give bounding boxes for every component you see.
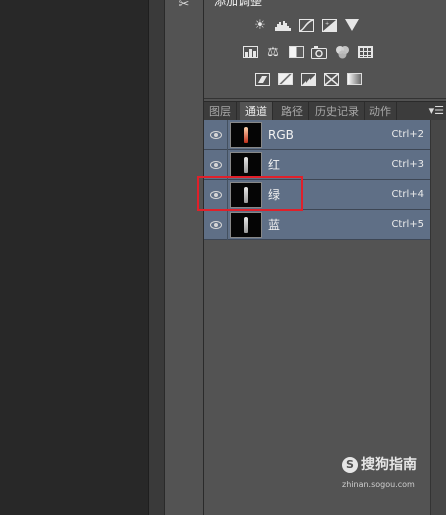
visibility-toggle[interactable]	[204, 120, 228, 150]
channel-shortcut: Ctrl+5	[391, 219, 424, 230]
color-lookup-icon[interactable]	[356, 43, 374, 61]
channel-name: RGB	[268, 128, 294, 142]
panel-tab-bar: 图层 通道 路径 历史记录 动作 ▾☰	[204, 101, 446, 122]
svg-text:+: +	[325, 21, 329, 27]
eye-icon	[209, 131, 222, 139]
posterize-icon[interactable]	[276, 70, 294, 88]
adjustments-row-1: ☀ +	[251, 16, 361, 34]
channel-shortcut: Ctrl+3	[391, 159, 424, 170]
invert-icon[interactable]	[253, 70, 271, 88]
levels-icon[interactable]	[274, 16, 292, 34]
channel-thumbnail	[230, 212, 262, 238]
right-panel: 添加调整 ☀ + ⚖ 图层 通道 路径 历史记录 动作 ▾☰ RGB Ctrl+…	[204, 0, 446, 515]
channel-mixer-icon[interactable]	[333, 43, 351, 61]
brightness-icon[interactable]: ☀	[251, 16, 269, 34]
tab-history[interactable]: 历史记录	[310, 102, 365, 121]
channel-shortcut: Ctrl+4	[391, 189, 424, 200]
hue-saturation-icon[interactable]	[241, 43, 259, 61]
wrench-icon[interactable]: ✂	[173, 0, 195, 14]
tab-paths[interactable]: 路径	[276, 102, 309, 121]
watermark: S 搜狗指南 zhinan.sogou.com	[342, 456, 442, 496]
channel-thumbnail	[230, 122, 262, 148]
visibility-toggle[interactable]	[204, 210, 228, 240]
channel-thumbnail	[230, 152, 262, 178]
tab-layers[interactable]: 图层	[204, 102, 237, 121]
adjustments-row-2: ⚖	[241, 43, 374, 61]
threshold-icon[interactable]	[299, 70, 317, 88]
curves-icon[interactable]	[297, 16, 315, 34]
vibrance-icon[interactable]	[343, 16, 361, 34]
watermark-brand: S 搜狗指南	[342, 456, 417, 474]
gradient-map-icon[interactable]	[345, 70, 363, 88]
watermark-url: zhinan.sogou.com	[342, 480, 415, 489]
panel-menu-icon[interactable]: ▾☰	[429, 102, 444, 121]
channel-shortcut: Ctrl+2	[391, 129, 424, 140]
photo-filter-icon[interactable]	[310, 43, 328, 61]
channel-row-rgb[interactable]: RGB Ctrl+2	[204, 120, 430, 150]
channel-name: 蓝	[268, 218, 281, 232]
collapsed-panel-strip: ✂	[164, 0, 204, 515]
annotation-highlight-box	[197, 176, 303, 211]
watermark-brand-text: 搜狗指南	[361, 457, 417, 473]
panel-dock-gap	[148, 0, 165, 515]
tab-channels[interactable]: 通道	[240, 102, 273, 121]
channel-row-blue[interactable]: 蓝 Ctrl+5	[204, 210, 430, 240]
adjustments-title: 添加调整	[214, 0, 263, 8]
eye-icon	[209, 161, 222, 169]
sogou-logo-icon: S	[342, 457, 358, 473]
black-white-icon[interactable]	[287, 43, 305, 61]
eye-icon	[209, 221, 222, 229]
adjustments-row-3	[253, 70, 363, 88]
document-canvas-area	[0, 0, 148, 515]
exposure-icon[interactable]: +	[320, 16, 338, 34]
tab-actions[interactable]: 动作	[364, 102, 397, 121]
color-balance-icon[interactable]: ⚖	[264, 43, 282, 61]
adjustments-panel: 添加调整 ☀ + ⚖	[204, 0, 446, 99]
selective-color-icon[interactable]	[322, 70, 340, 88]
